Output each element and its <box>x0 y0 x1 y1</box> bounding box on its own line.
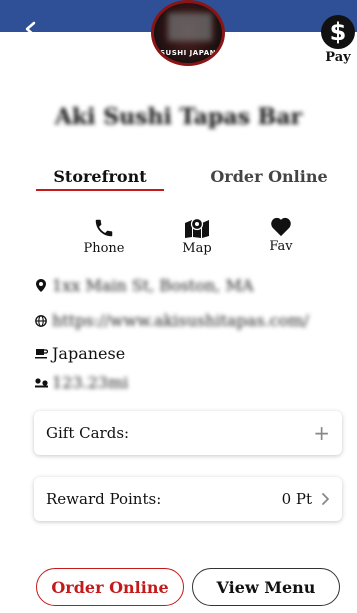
phone-icon <box>95 219 113 237</box>
cuisine-text: Japanese <box>52 344 126 363</box>
view-menu-button[interactable]: View Menu <box>192 568 340 606</box>
store-logo: SUSHI JAPAN <box>151 0 225 66</box>
map-label: Map <box>182 241 212 256</box>
back-button[interactable] <box>22 20 40 38</box>
website-row[interactable]: https://www.akisushitapas.com/ <box>34 311 309 330</box>
chevron-right-icon <box>322 493 329 505</box>
tab-order-online[interactable]: Order Online <box>205 167 333 186</box>
distance-row: 123.23mi <box>34 373 128 392</box>
order-online-button[interactable]: Order Online <box>36 568 184 606</box>
logo-text: SUSHI JAPAN <box>160 49 216 57</box>
active-tab-indicator <box>36 189 164 191</box>
cuisine-row: Japanese <box>34 344 125 363</box>
gift-cards-card[interactable]: Gift Cards: + <box>34 411 342 455</box>
route-icon <box>34 377 48 388</box>
website-text: https://www.akisushitapas.com/ <box>52 311 309 330</box>
address-text: 1xx Main St, Boston, MA <box>52 276 254 295</box>
address-row[interactable]: 1xx Main St, Boston, MA <box>34 276 253 295</box>
pay-button[interactable]: $ Pay <box>318 15 357 65</box>
globe-icon <box>34 314 48 327</box>
coffee-cup-icon <box>34 348 48 359</box>
reward-points-value: 0 Pt <box>281 490 312 508</box>
distance-text: 123.23mi <box>52 373 129 392</box>
location-pin-icon <box>34 279 48 292</box>
reward-points-label: Reward Points: <box>46 490 162 508</box>
store-name: Aki Sushi Tapas Bar <box>0 104 357 130</box>
pay-label: Pay <box>325 50 351 65</box>
gift-cards-label: Gift Cards: <box>46 424 130 442</box>
heart-icon <box>271 217 291 237</box>
map-icon <box>185 217 209 238</box>
fav-action[interactable]: Fav <box>251 217 311 254</box>
reward-points-card[interactable]: Reward Points: 0 Pt <box>34 477 342 521</box>
chevron-left-icon <box>25 21 36 37</box>
phone-label: Phone <box>83 241 125 256</box>
tab-storefront[interactable]: Storefront <box>36 167 164 186</box>
phone-action[interactable]: Phone <box>74 217 134 256</box>
map-action[interactable]: Map <box>167 217 227 256</box>
plus-icon[interactable]: + <box>313 421 330 445</box>
dollar-icon: $ <box>321 15 355 49</box>
fav-label: Fav <box>269 239 293 254</box>
store-name-text: Aki Sushi Tapas Bar <box>54 104 303 130</box>
